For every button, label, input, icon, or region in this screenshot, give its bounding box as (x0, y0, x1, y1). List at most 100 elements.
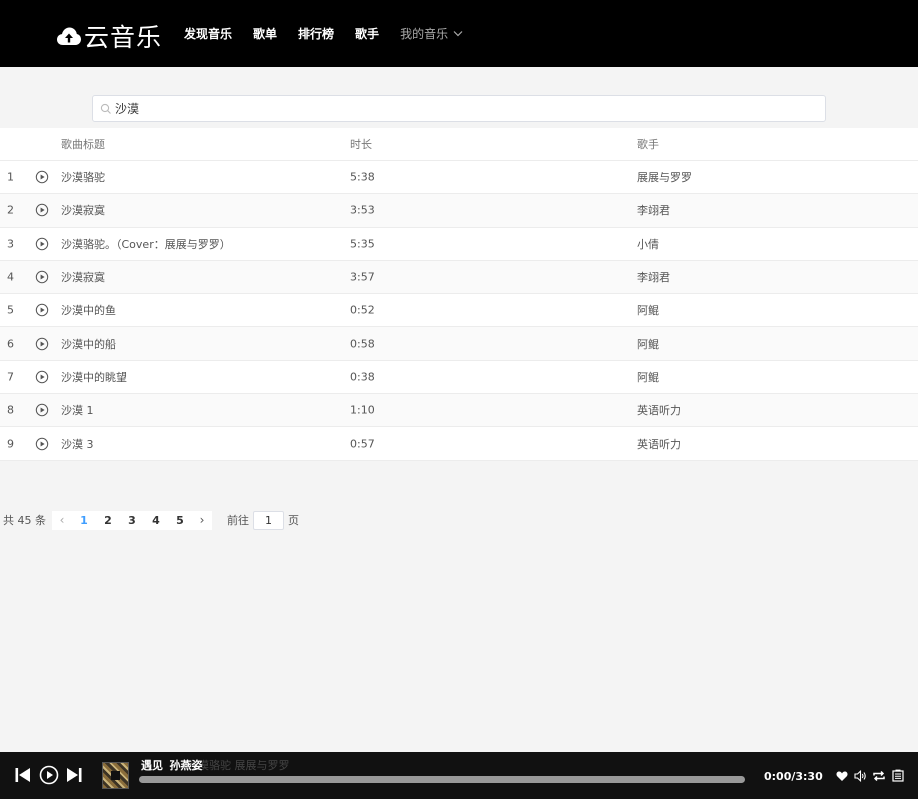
page-button-5[interactable]: 5 (168, 514, 192, 527)
play-icon[interactable] (35, 437, 49, 451)
song-title[interactable]: 沙漠骆驼。（Cover：展展与罗罗） (61, 236, 231, 252)
row-index: 9 (7, 437, 14, 451)
song-artist[interactable]: 阿鲲 (637, 336, 659, 352)
song-duration: 3:53 (350, 203, 375, 217)
nav-my-music-label: 我的音乐 (400, 27, 449, 41)
pagination-pages: ‹ 1 2 3 4 5 › (52, 510, 212, 530)
prev-page-icon[interactable]: ‹ (52, 513, 72, 527)
song-artist[interactable]: 英语听力 (637, 402, 681, 418)
song-duration: 0:52 (350, 303, 375, 317)
song-artist[interactable]: 英语听力 (637, 436, 681, 452)
logo[interactable]: 云音乐 (57, 18, 162, 54)
playback-time: 0:00/3:30 (764, 770, 823, 783)
song-title[interactable]: 沙漠骆驼 (61, 169, 105, 185)
search-box (92, 95, 826, 122)
table-header: 歌曲标题 时长 歌手 (0, 128, 918, 161)
song-duration: 0:57 (350, 437, 375, 451)
top-navigation-bar: 云音乐 发现音乐 歌单 排行榜 歌手 我的音乐 (0, 0, 918, 67)
song-artist[interactable]: 阿鲲 (637, 302, 659, 318)
repeat-icon[interactable] (872, 767, 886, 786)
app-name: 云音乐 (84, 23, 163, 52)
row-index: 7 (7, 370, 14, 384)
table-row[interactable]: 1 沙漠骆驼 5:38 展展与罗罗 (0, 161, 918, 195)
table-row[interactable]: 2 沙漠寂寞 3:53 李翊君 (0, 194, 918, 228)
player-bar: 沙漠骆驼 展展与罗罗 遇见 孙燕姿 0:00/3:30 (0, 752, 918, 799)
song-duration: 0:38 (350, 370, 375, 384)
search-icon (100, 103, 111, 114)
table-row[interactable]: 4 沙漠寂寞 3:57 李翊君 (0, 260, 918, 295)
play-icon[interactable] (35, 170, 49, 184)
header-duration: 时长 (350, 138, 372, 151)
playlist-icon[interactable] (892, 767, 904, 786)
search-input[interactable] (115, 101, 795, 116)
nav-playlists[interactable]: 歌单 (253, 25, 277, 42)
song-artist[interactable]: 阿鲲 (637, 369, 659, 385)
table-row[interactable]: 6 沙漠中的船 0:58 阿鲲 (0, 327, 918, 361)
album-cover[interactable] (102, 762, 129, 789)
play-pause-icon[interactable] (39, 765, 59, 789)
song-title[interactable]: 沙漠 3 (61, 436, 94, 452)
now-playing-info: 沙漠骆驼 展展与罗罗 遇见 孙燕姿 (141, 757, 290, 773)
page-jumper: 前往 页 (227, 510, 299, 530)
song-title[interactable]: 沙漠中的船 (61, 336, 116, 352)
table-row[interactable]: 9 沙漠 3 0:57 英语听力 (0, 427, 918, 461)
song-duration: 1:10 (350, 403, 375, 417)
play-icon[interactable] (35, 337, 49, 351)
song-title[interactable]: 沙漠中的鱼 (61, 302, 116, 318)
page-button-2[interactable]: 2 (96, 514, 120, 527)
page-jump-input[interactable] (253, 510, 284, 530)
heart-icon[interactable] (836, 767, 848, 786)
song-duration: 0:58 (350, 337, 375, 351)
row-index: 5 (7, 303, 14, 317)
play-icon[interactable] (35, 237, 49, 251)
song-artist[interactable]: 李翊君 (637, 202, 670, 218)
table-row[interactable]: 3 沙漠骆驼。（Cover：展展与罗罗） 5:35 小倩 (0, 228, 918, 261)
pagination: 共 45 条 ‹ 1 2 3 4 5 › 前往 页 (3, 510, 299, 530)
song-results-table: 歌曲标题 时长 歌手 1 沙漠骆驼 5:38 展展与罗罗 2 沙漠寂寞 3:53… (0, 128, 918, 461)
next-page-icon[interactable]: › (192, 513, 212, 527)
row-index: 2 (7, 203, 14, 217)
song-title[interactable]: 沙漠寂寞 (61, 202, 105, 218)
nav-discover-music[interactable]: 发现音乐 (184, 25, 232, 42)
row-index: 3 (7, 237, 14, 251)
song-duration: 3:57 (350, 270, 375, 284)
play-icon[interactable] (35, 303, 49, 317)
nav-charts[interactable]: 排行榜 (298, 25, 334, 42)
play-icon[interactable] (35, 270, 49, 284)
play-icon[interactable] (35, 403, 49, 417)
song-title[interactable]: 沙漠寂寞 (61, 269, 105, 285)
page-button-1[interactable]: 1 (72, 514, 96, 527)
song-artist[interactable]: 李翊君 (637, 269, 670, 285)
table-row[interactable]: 7 沙漠中的眺望 0:38 阿鲲 (0, 361, 918, 395)
page-button-4[interactable]: 4 (144, 514, 168, 527)
row-index: 8 (7, 403, 14, 417)
row-index: 1 (7, 170, 14, 184)
now-playing-artist: 孙燕姿 (169, 759, 203, 772)
song-artist[interactable]: 展展与罗罗 (637, 169, 692, 185)
play-icon[interactable] (35, 203, 49, 217)
cloud-upload-icon (57, 27, 81, 45)
header-song-title: 歌曲标题 (61, 138, 105, 151)
jump-suffix: 页 (288, 514, 299, 527)
table-row[interactable]: 5 沙漠中的鱼 0:52 阿鲲 (0, 294, 918, 328)
jump-prefix: 前往 (227, 514, 249, 527)
song-duration: 5:38 (350, 170, 375, 184)
volume-icon[interactable] (854, 767, 867, 786)
table-row[interactable]: 8 沙漠 1 1:10 英语听力 (0, 394, 918, 428)
play-icon[interactable] (35, 370, 49, 384)
next-track-icon[interactable] (65, 766, 83, 788)
previous-track-icon[interactable] (14, 766, 32, 788)
page-button-3[interactable]: 3 (120, 514, 144, 527)
nav-artists[interactable]: 歌手 (355, 25, 379, 42)
song-artist[interactable]: 小倩 (637, 236, 659, 252)
song-title[interactable]: 沙漠中的眺望 (61, 369, 127, 385)
row-index: 4 (7, 270, 14, 284)
pagination-total: 共 45 条 (3, 514, 46, 527)
row-index: 6 (7, 337, 14, 351)
now-playing-title: 遇见 (141, 759, 163, 772)
song-duration: 5:35 (350, 237, 375, 251)
song-title[interactable]: 沙漠 1 (61, 402, 94, 418)
nav-my-music-dropdown[interactable]: 我的音乐 (400, 25, 463, 42)
progress-bar[interactable] (139, 776, 745, 783)
main-nav: 发现音乐 歌单 排行榜 歌手 我的音乐 (184, 25, 484, 42)
